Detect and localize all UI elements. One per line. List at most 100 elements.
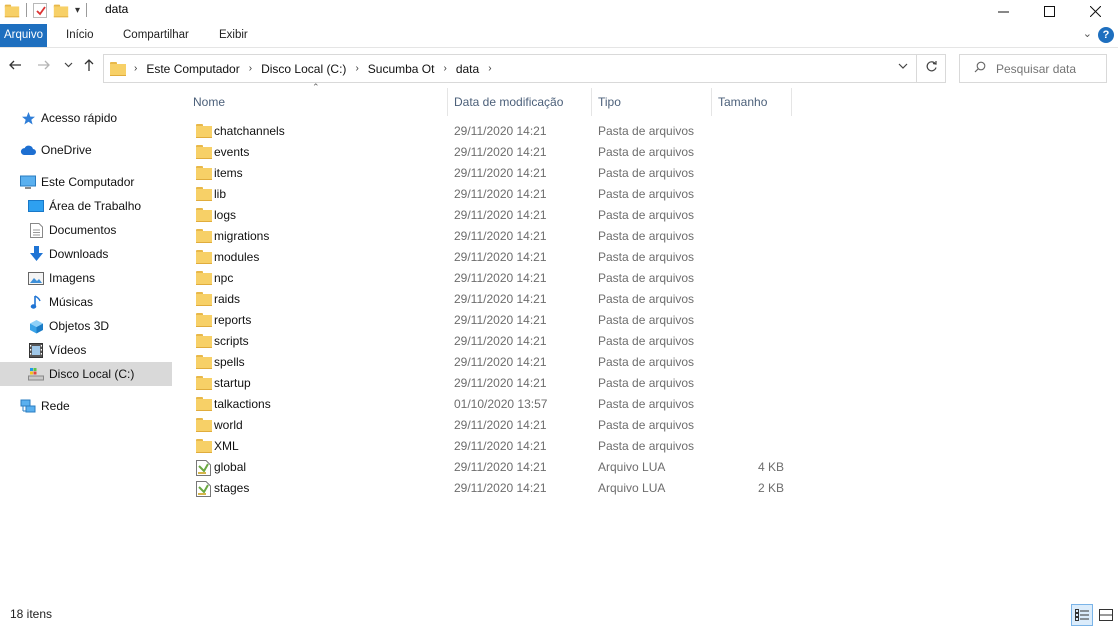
computer-icon bbox=[20, 174, 36, 190]
file-name: reports bbox=[214, 313, 252, 327]
file-name: world bbox=[214, 418, 243, 432]
help-icon[interactable]: ? bbox=[1098, 27, 1114, 43]
maximize-button[interactable] bbox=[1026, 0, 1072, 22]
lua-file-icon bbox=[196, 481, 211, 500]
file-row[interactable]: chatchannels 29/11/2020 14:21 Pasta de arq… bbox=[193, 121, 793, 142]
folder-icon bbox=[196, 187, 212, 203]
file-type: Pasta de arquivos bbox=[598, 376, 695, 390]
back-button[interactable] bbox=[6, 58, 24, 76]
large-icons-view-button[interactable] bbox=[1095, 604, 1117, 626]
file-row[interactable]: stages 29/11/2020 14:21 Arquivo LUA 2 KB bbox=[193, 478, 793, 499]
nav-item-musicas[interactable]: Músicas bbox=[0, 290, 172, 314]
file-date: 29/11/2020 14:21 bbox=[454, 355, 547, 369]
file-row[interactable]: talkactions 01/10/2020 13:57 Pasta de arqu… bbox=[193, 394, 793, 415]
network-icon bbox=[20, 398, 36, 414]
breadcrumb-disco-local[interactable]: Disco Local (C:) bbox=[261, 62, 346, 76]
nav-item-acesso-rapido[interactable]: Acesso rápido bbox=[0, 106, 172, 130]
details-view-button[interactable] bbox=[1071, 604, 1093, 626]
search-input[interactable] bbox=[996, 61, 1096, 76]
file-date: 29/11/2020 14:21 bbox=[454, 229, 547, 243]
close-button[interactable] bbox=[1072, 0, 1118, 22]
nav-item-area-de-trabalho[interactable]: Área de Trabalho bbox=[0, 194, 172, 218]
file-name: migrations bbox=[214, 229, 270, 243]
file-row[interactable]: spells 29/11/2020 14:21 Pasta de arquivos bbox=[193, 352, 793, 373]
file-date: 29/11/2020 14:21 bbox=[454, 208, 547, 222]
file-row[interactable]: npc 29/11/2020 14:21 Pasta de arquivos bbox=[193, 268, 793, 289]
search-box[interactable] bbox=[959, 54, 1107, 83]
up-button[interactable] bbox=[80, 58, 98, 76]
properties-icon[interactable] bbox=[33, 2, 47, 18]
address-dropdown-icon[interactable] bbox=[898, 61, 908, 74]
chevron-right-icon[interactable]: › bbox=[134, 63, 137, 74]
minimize-button[interactable] bbox=[980, 0, 1026, 22]
expand-ribbon-icon[interactable]: ⌄ bbox=[1083, 27, 1092, 40]
item-count: 18 itens bbox=[10, 607, 53, 621]
file-name: npc bbox=[214, 271, 234, 285]
new-folder-icon[interactable] bbox=[53, 4, 69, 17]
file-date: 29/11/2020 14:21 bbox=[454, 250, 547, 264]
recent-locations-button[interactable] bbox=[59, 58, 77, 76]
file-date: 29/11/2020 14:21 bbox=[454, 376, 547, 390]
file-row[interactable]: scripts 29/11/2020 14:21 Pasta de arquivos bbox=[193, 331, 793, 352]
file-row[interactable]: modules 29/11/2020 14:21 Pasta de arquivos bbox=[193, 247, 793, 268]
folder-icon bbox=[196, 250, 212, 266]
nav-item-documentos[interactable]: Documentos bbox=[0, 218, 172, 242]
nav-item-label: Documentos bbox=[49, 223, 117, 237]
file-row[interactable]: lib 29/11/2020 14:21 Pasta de arquivos bbox=[193, 184, 793, 205]
file-row[interactable]: items 29/11/2020 14:21 Pasta de arquivos bbox=[193, 163, 793, 184]
file-type: Pasta de arquivos bbox=[598, 229, 695, 243]
chevron-right-icon[interactable]: › bbox=[249, 63, 252, 74]
file-type: Pasta de arquivos bbox=[598, 124, 695, 138]
nav-item-label: Área de Trabalho bbox=[49, 199, 142, 213]
chevron-right-icon[interactable]: › bbox=[488, 63, 491, 74]
forward-button[interactable] bbox=[35, 58, 53, 76]
file-row[interactable]: reports 29/11/2020 14:21 Pasta de arquivos bbox=[193, 310, 793, 331]
navigation-pane: Acesso rápido OneDrive Este Computador Á… bbox=[0, 96, 175, 601]
file-row[interactable]: XML 29/11/2020 14:21 Pasta de arquivos bbox=[193, 436, 793, 457]
nav-item-downloads[interactable]: Downloads bbox=[0, 242, 172, 266]
file-row[interactable]: events 29/11/2020 14:21 Pasta de arquivos bbox=[193, 142, 793, 163]
breadcrumb-data[interactable]: data bbox=[456, 62, 479, 76]
file-row[interactable]: migrations 29/11/2020 14:21 Pasta de arqui… bbox=[193, 226, 793, 247]
file-row[interactable]: raids 29/11/2020 14:21 Pasta de arquivos bbox=[193, 289, 793, 310]
column-header-type[interactable]: Tipo bbox=[592, 88, 712, 116]
chevron-right-icon[interactable]: › bbox=[355, 63, 358, 74]
column-header-name[interactable]: Nome bbox=[187, 88, 448, 116]
tab-inicio[interactable]: Início bbox=[66, 24, 94, 47]
folder-icon bbox=[196, 292, 212, 308]
nav-item-rede[interactable]: Rede bbox=[0, 394, 172, 418]
breadcrumb-este-computador[interactable]: Este Computador bbox=[146, 62, 239, 76]
column-header-size[interactable]: Tamanho bbox=[712, 88, 792, 116]
tab-arquivo[interactable]: Arquivo bbox=[0, 24, 47, 47]
folder-icon bbox=[196, 418, 212, 434]
nav-item-este-computador[interactable]: Este Computador bbox=[0, 170, 172, 194]
tab-exibir[interactable]: Exibir bbox=[219, 24, 248, 47]
file-type: Pasta de arquivos bbox=[598, 292, 695, 306]
file-name: items bbox=[214, 166, 243, 180]
nav-item-objetos-3d[interactable]: Objetos 3D bbox=[0, 314, 172, 338]
file-row[interactable]: startup 29/11/2020 14:21 Pasta de arquivos bbox=[193, 373, 793, 394]
nav-item-onedrive[interactable]: OneDrive bbox=[0, 138, 172, 162]
folder-icon bbox=[196, 313, 212, 329]
nav-item-imagens[interactable]: Imagens bbox=[0, 266, 172, 290]
nav-item-videos[interactable]: Vídeos bbox=[0, 338, 172, 362]
file-type: Pasta de arquivos bbox=[598, 145, 695, 159]
file-row[interactable]: logs 29/11/2020 14:21 Pasta de arquivos bbox=[193, 205, 793, 226]
refresh-button[interactable] bbox=[917, 54, 946, 83]
column-header-date[interactable]: Data de modificação bbox=[448, 88, 592, 116]
folder-icon bbox=[196, 334, 212, 350]
customize-toolbar-icon[interactable]: ▾ bbox=[75, 5, 80, 16]
nav-item-disco-local[interactable]: Disco Local (C:) bbox=[0, 362, 172, 386]
file-row[interactable]: global 29/11/2020 14:21 Arquivo LUA 4 KB bbox=[193, 457, 793, 478]
nav-item-label: Este Computador bbox=[41, 175, 135, 189]
tab-compartilhar[interactable]: Compartilhar bbox=[123, 24, 189, 47]
folder-icon bbox=[196, 376, 212, 392]
video-icon bbox=[28, 342, 44, 358]
breadcrumb-sucumba-ot[interactable]: Sucumba Ot bbox=[368, 62, 435, 76]
address-bar[interactable]: › Este Computador › Disco Local (C:) › S… bbox=[103, 54, 917, 83]
file-date: 29/11/2020 14:21 bbox=[454, 439, 547, 453]
chevron-right-icon[interactable]: › bbox=[443, 63, 446, 74]
file-date: 29/11/2020 14:21 bbox=[454, 271, 547, 285]
file-row[interactable]: world 29/11/2020 14:21 Pasta de arquivos bbox=[193, 415, 793, 436]
chevron-down-icon bbox=[64, 62, 72, 68]
